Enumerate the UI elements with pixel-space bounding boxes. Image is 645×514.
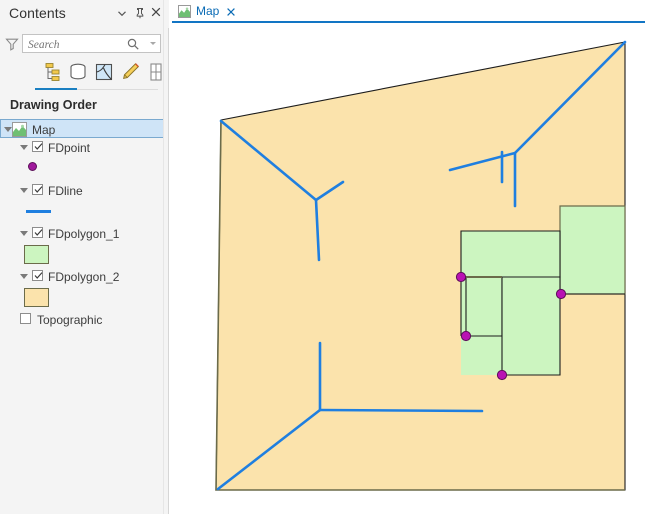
point-symbol-swatch [28,162,37,171]
layer-checkbox-fdpolygon-2[interactable] [32,270,43,281]
layer-label: FDpolygon_1 [48,227,120,241]
page-title: Contents [9,5,66,21]
expander-icon[interactable] [20,145,28,150]
toolbar-active-indicator [35,88,77,90]
contents-pane-scrollbar[interactable] [163,0,168,514]
tab-label: Map [196,4,220,18]
expander-icon[interactable] [20,231,28,236]
layer-checkbox-fdline[interactable] [32,184,43,195]
layer-checkbox-topographic[interactable] [20,313,31,324]
chevron-down-icon[interactable] [150,42,156,45]
layer-label: FDline [48,184,83,198]
symbol-row-fdline [0,200,169,224]
layer-label: FDpolygon_2 [48,270,120,284]
layer-label: Topographic [37,313,103,327]
magnifier-icon[interactable] [126,37,140,51]
contents-pane: Contents Search Drawing Order Map FDpoin… [0,0,179,514]
feature-polygon-green[interactable] [559,205,626,295]
expander-icon[interactable] [20,188,28,193]
expander-icon[interactable] [20,274,28,279]
layer-label: FDpoint [48,141,91,155]
layer-row-map[interactable]: Map [0,119,168,138]
list-by-editing-icon[interactable] [118,60,142,84]
polygon-symbol-swatch [24,288,49,307]
layer-label: Map [32,123,56,137]
layer-row-fdpolygon-2[interactable]: FDpolygon_2 [0,267,169,286]
section-title: Drawing Order [10,98,97,112]
search-box[interactable] [22,34,161,53]
search-row [0,33,169,57]
feature-polygon-green[interactable] [501,276,561,376]
contents-pane-header: Contents [0,0,169,28]
pin-icon[interactable] [133,6,147,20]
close-icon[interactable] [150,6,164,20]
map-canvas[interactable] [169,23,645,514]
contents-toolbar [0,58,179,90]
map-graphics [215,40,627,491]
map-view-area: Map [169,0,645,514]
layer-checkbox-fdpolygon-1[interactable] [32,227,43,238]
symbol-row-fdpolygon-2 [0,286,169,310]
tab-map[interactable]: Map [172,0,245,22]
symbol-row-fdpoint [0,157,169,181]
chevron-down-icon[interactable] [115,6,129,20]
symbol-row-fdpolygon-1 [0,243,169,267]
search-input[interactable] [28,37,123,52]
layer-list: Map FDpoint FDline FDpolygon_1 FDpolygon… [0,119,169,329]
expander-icon[interactable] [4,127,12,132]
layer-row-topographic[interactable]: Topographic [0,310,169,329]
list-by-selection-icon[interactable] [92,60,116,84]
close-icon[interactable] [226,6,236,16]
line-symbol-swatch [26,210,51,213]
list-by-drawing-order-icon[interactable] [40,60,64,84]
polygon-symbol-swatch [24,245,49,264]
funnel-icon[interactable] [4,36,20,52]
list-by-data-source-icon[interactable] [66,60,90,84]
map-icon [12,122,27,137]
layer-row-fdline[interactable]: FDline [0,181,169,200]
view-tabstrip: Map [169,0,645,23]
feature-polygon-green[interactable] [460,230,561,278]
feature-polygon-green[interactable] [465,276,503,337]
more-options-icon[interactable] [142,64,179,88]
layer-row-fdpolygon-1[interactable]: FDpolygon_1 [0,224,169,243]
layer-row-fdpoint[interactable]: FDpoint [0,138,169,157]
map-icon [178,4,191,18]
arcgis-pro-window: Contents Search Drawing Order Map FDpoin… [0,0,645,514]
layer-checkbox-fdpoint[interactable] [32,141,43,152]
